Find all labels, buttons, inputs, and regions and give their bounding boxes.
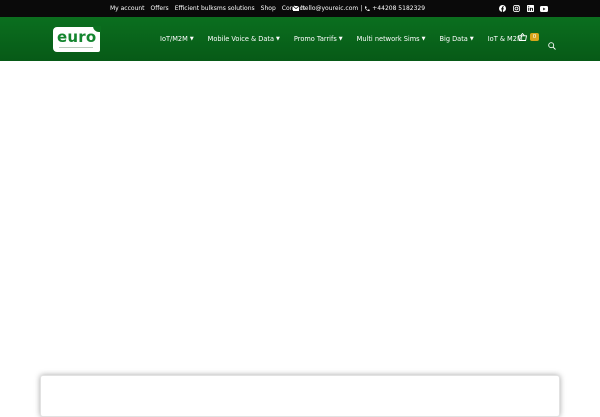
top-link-bulksms[interactable]: Efficient bulksms solutions [175, 5, 255, 12]
top-link-offers[interactable]: Offers [151, 5, 169, 12]
top-link-my-account[interactable]: My account [110, 5, 145, 12]
nav-item-label: Multi network Sims [356, 35, 420, 43]
nav-item-promo-tarrifs[interactable]: Promo Tarrifs ▼ [294, 35, 343, 43]
contact-phone[interactable]: +44208 5182329 [372, 5, 425, 12]
site-logo[interactable]: euro [53, 26, 101, 52]
nav-item-iot-m2m[interactable]: IoT/M2M ▼ [160, 35, 194, 43]
facebook-icon[interactable] [498, 5, 506, 13]
top-bar: My account Offers Efficient bulksms solu… [0, 0, 600, 17]
phone-icon [365, 5, 370, 11]
cart-count-badge: 0 [530, 33, 539, 41]
basket-icon [518, 33, 527, 41]
chevron-down-icon: ▼ [189, 36, 194, 42]
main-nav: IoT/M2M ▼ Mobile Voice & Data ▼ Promo Ta… [160, 17, 537, 61]
envelope-icon [293, 6, 299, 11]
contact-info: hello@youreic.com | +44208 5182329 [293, 0, 425, 17]
chevron-down-icon: ▼ [469, 36, 474, 42]
chevron-down-icon: ▼ [421, 36, 426, 42]
logo-tagline-line [59, 47, 93, 48]
nav-item-label: Big Data [439, 35, 468, 43]
nav-item-label: Mobile Voice & Data [207, 35, 275, 43]
youtube-icon[interactable] [540, 5, 548, 13]
nav-item-label: Promo Tarrifs [293, 35, 337, 43]
nav-item-mobile-voice-data[interactable]: Mobile Voice & Data ▼ [208, 35, 280, 43]
instagram-icon[interactable] [512, 5, 520, 13]
cart-button[interactable]: 0 [518, 33, 539, 41]
nav-item-multi-network-sims[interactable]: Multi network Sims ▼ [357, 35, 426, 43]
site-header: euro IoT/M2M ▼ Mobile Voice & Data ▼ Pro… [0, 17, 600, 61]
top-nav: My account Offers Efficient bulksms solu… [110, 0, 305, 17]
chevron-down-icon: ▼ [276, 36, 280, 42]
top-link-shop[interactable]: Shop [261, 5, 276, 12]
contact-email[interactable]: hello@youreic.com [301, 5, 358, 12]
nav-item-big-data[interactable]: Big Data ▼ [439, 35, 473, 43]
content-card [40, 375, 560, 417]
nav-item-label: IoT/M2M [160, 35, 188, 43]
contact-separator: | [360, 5, 363, 12]
linkedin-icon[interactable] [526, 5, 534, 13]
social-links [498, 0, 548, 17]
chevron-down-icon: ▼ [338, 36, 343, 42]
search-button[interactable] [548, 35, 556, 54]
search-icon [548, 42, 556, 50]
logo-wordmark: euro [57, 28, 97, 46]
